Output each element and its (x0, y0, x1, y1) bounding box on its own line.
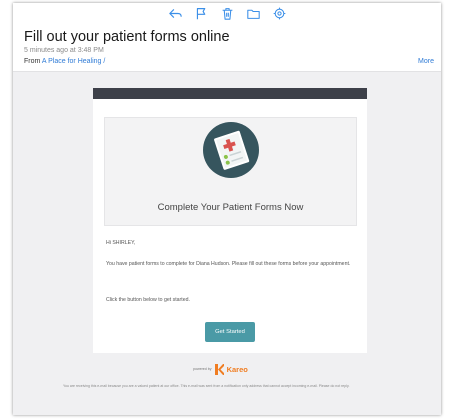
settings-icon[interactable] (271, 5, 287, 21)
powered-by-label: powered by (193, 367, 212, 371)
trash-icon[interactable] (219, 5, 235, 21)
message-subject: Fill out your patient forms online (24, 29, 230, 45)
email-window: Fill out your patient forms online 5 min… (13, 3, 441, 415)
email-card: Complete Your Patient Forms Now Hi SHIRL… (93, 88, 367, 353)
reply-icon[interactable] (167, 5, 183, 21)
message-time: 5 minutes ago at 3:48 PM (24, 47, 104, 54)
footer-disclaimer: You are receiving this e-mail because yo… (63, 384, 350, 388)
more-link[interactable]: More (418, 58, 434, 65)
flag-icon[interactable] (193, 5, 209, 21)
sender-suffix: / (103, 58, 106, 65)
powered-by: powered by Kareo (193, 362, 263, 376)
forms-illustration-icon (203, 122, 259, 178)
kareo-logo-icon (214, 363, 224, 375)
from-label: From (24, 58, 41, 65)
folder-icon[interactable] (245, 5, 261, 21)
message-toolbar (13, 3, 441, 23)
kareo-logo-text: Kareo (226, 364, 248, 374)
sender-name: A Place for Healing (41, 58, 102, 65)
sender-link[interactable]: A Place for Healing / (42, 58, 105, 65)
instruction-text: Click the button below to get started. (106, 297, 190, 303)
email-header-bar (93, 88, 367, 99)
body-paragraph: You have patient forms to complete for D… (106, 261, 351, 267)
get-started-button[interactable]: Get Started (205, 322, 255, 342)
greeting: Hi SHIRLEY, (106, 240, 136, 246)
from-row: From A Place for Healing / More (24, 58, 434, 65)
hero-panel: Complete Your Patient Forms Now (104, 117, 357, 226)
hero-title: Complete Your Patient Forms Now (157, 202, 304, 213)
